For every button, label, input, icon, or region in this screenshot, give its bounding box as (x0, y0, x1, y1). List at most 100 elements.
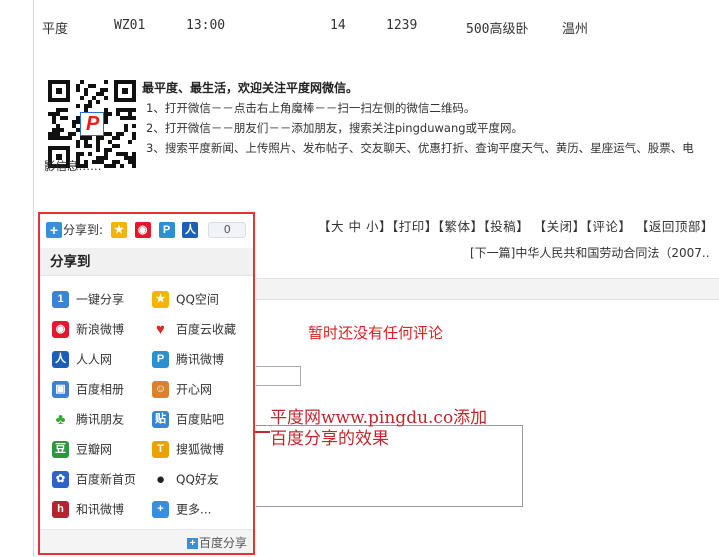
baidu-paw-icon: ✿ (52, 471, 69, 488)
share-item-qq-penguin[interactable]: ● QQ好友 (152, 470, 219, 492)
share-item-more-plus[interactable]: + 更多... (152, 500, 211, 522)
comment-section-bar (256, 278, 719, 300)
annotation-note: 平度网www.pingdu.co添加 百度分享的效果 (270, 408, 487, 450)
share-item-label: 腾讯朋友 (76, 412, 125, 427)
qr-module (104, 120, 108, 124)
share-item-label: 百度贴吧 (176, 412, 225, 427)
heart-icon: ♥ (152, 321, 169, 338)
share-item-tieba[interactable]: 贴百度贴吧 (152, 410, 224, 432)
share-item-label: 豆瓣网 (76, 442, 113, 457)
qr-module (108, 112, 112, 116)
hexun-icon: h (52, 501, 69, 518)
share-item-sohu[interactable]: T 搜狐微博 (152, 440, 224, 462)
share-item-clover[interactable]: ♣ 腾讯朋友 (52, 410, 124, 432)
share-item-kaixin[interactable]: ☺ 开心网 (152, 380, 212, 402)
baidu-share-brand[interactable]: + 百度分享 (186, 534, 247, 551)
kaixin-icon: ☺ (152, 381, 169, 398)
wechat-promo: 最平度、最生活，欢迎关注平度网微信。 1、打开微信－－点击右上角魔棒－－扫一扫左… (44, 78, 719, 173)
share-item-baidu-album[interactable]: ▣ 百度相册 (52, 380, 124, 402)
qr-module (132, 116, 136, 120)
qr-module (104, 80, 108, 84)
renren-mini-icon[interactable]: 人 (182, 221, 199, 238)
qr-module (108, 148, 112, 152)
share-item-qzone[interactable]: ★ QQ空间 (152, 290, 219, 312)
share-item-label: QQ好友 (176, 472, 219, 487)
next-article-link[interactable]: [下一篇]中华人民共和国劳动合同法（2007.. (470, 244, 719, 261)
share-item-douban[interactable]: 豆豆瓣网 (52, 440, 112, 462)
share-menu-header: 分享到 (40, 248, 253, 276)
qr-module (88, 136, 92, 140)
qq-penguin-icon: ● (152, 471, 169, 488)
one-click-icon: 1 (52, 291, 69, 308)
qzone-icon: ★ (152, 291, 169, 308)
share-item-label: 新浪微博 (76, 322, 125, 337)
tencent-weibo-icon: P (152, 351, 169, 368)
page-left-border (33, 0, 34, 557)
share-item-label: 和讯微博 (76, 502, 125, 517)
share-item-label: 开心网 (176, 382, 213, 397)
qr-module (64, 108, 68, 112)
tieba-icon: 贴 (152, 411, 169, 428)
share-item-heart[interactable]: ♥ 百度云收藏 (152, 320, 236, 342)
qr-module (96, 100, 100, 104)
renren-icon: 人 (52, 351, 69, 368)
share-item-baidu-paw[interactable]: ✿ 百度新首页 (52, 470, 136, 492)
qr-module (76, 104, 80, 108)
wechat-step-3-continued: 影信息…… (44, 159, 102, 173)
clover-icon: ♣ (52, 411, 69, 428)
train-from: 平度 (42, 22, 69, 37)
share-count: 0 (208, 221, 247, 238)
share-item-hexun[interactable]: h 和讯微博 (52, 500, 124, 522)
wechat-title: 最平度、最生活，欢迎关注平度网微信。 (142, 81, 359, 95)
wechat-qr-code (48, 80, 136, 168)
qr-module (116, 144, 120, 148)
share-item-label: 一键分享 (76, 292, 125, 307)
share-item-label: 人人网 (76, 352, 113, 367)
share-footer: + 百度分享 (40, 529, 253, 553)
wechat-step-1: 1、打开微信－－点击右上角魔棒－－扫一扫左侧的微信二维码。 (146, 101, 476, 115)
tencent-weibo-mini-icon[interactable]: P (158, 221, 175, 238)
share-item-label: 腾讯微博 (176, 352, 225, 367)
share-item-one-click[interactable]: 1 一键分享 (52, 290, 124, 312)
share-item-label: 更多... (176, 502, 212, 517)
annotation-line-2: 百度分享的效果 (270, 429, 389, 449)
share-item-tencent-weibo[interactable]: P 腾讯微博 (152, 350, 224, 372)
sina-weibo-mini-icon[interactable]: ◉ (134, 221, 151, 238)
annotation-line-1: 平度网www.pingdu.co添加 (270, 408, 488, 428)
share-item-label: 百度新首页 (76, 472, 137, 487)
share-item-label: QQ空间 (176, 292, 219, 307)
baidu-share-brand-label[interactable]: 百度分享 (199, 536, 247, 550)
qr-module (120, 132, 124, 136)
train-time: 13:00 (186, 18, 226, 33)
qr-finder-top-right (114, 80, 136, 102)
qr-finder-top-left (48, 80, 70, 102)
train-distance: 1239 (386, 18, 418, 33)
qr-module (132, 108, 136, 112)
train-to: 温州 (562, 22, 589, 37)
share-plus-icon[interactable]: + (46, 221, 62, 238)
wechat-step-2: 2、打开微信－－朋友们－－添加朋友，搜索关注pingduwang或平度网。 (146, 121, 524, 135)
baidu-share-plus-icon: + (186, 538, 198, 549)
qr-module (116, 136, 120, 140)
train-berth: 500高级卧 (466, 22, 529, 37)
comment-name-input[interactable] (256, 366, 301, 386)
baidu-share-panel: + 分享到: ★ ◉ P 人 0 分享到 1 一键分享 ★ QQ空间 ◉ 新浪微博 ♥ 百度云收… (38, 212, 255, 555)
qr-module (92, 84, 96, 88)
train-count: 14 (330, 18, 346, 33)
qr-module (104, 96, 108, 100)
qr-module (76, 88, 80, 92)
article-toolbar[interactable]: 【大 中 小】【打印】【繁体】【投稿】 【关闭】【评论】 【返回顶部】 (318, 216, 714, 235)
qr-module (104, 156, 108, 160)
qr-module (104, 88, 108, 92)
qr-module (132, 124, 136, 128)
qr-module (88, 144, 92, 148)
qzone-mini-icon[interactable]: ★ (110, 221, 127, 238)
share-item-label: 百度相册 (76, 382, 125, 397)
qr-module (112, 164, 116, 168)
share-item-renren[interactable]: 人人人网 (52, 350, 112, 372)
qr-module (124, 128, 128, 132)
share-to-label[interactable]: 分享到: (63, 221, 103, 238)
qr-module (60, 128, 64, 132)
share-item-sina-weibo[interactable]: ◉ 新浪微博 (52, 320, 124, 342)
qr-module (120, 164, 124, 168)
